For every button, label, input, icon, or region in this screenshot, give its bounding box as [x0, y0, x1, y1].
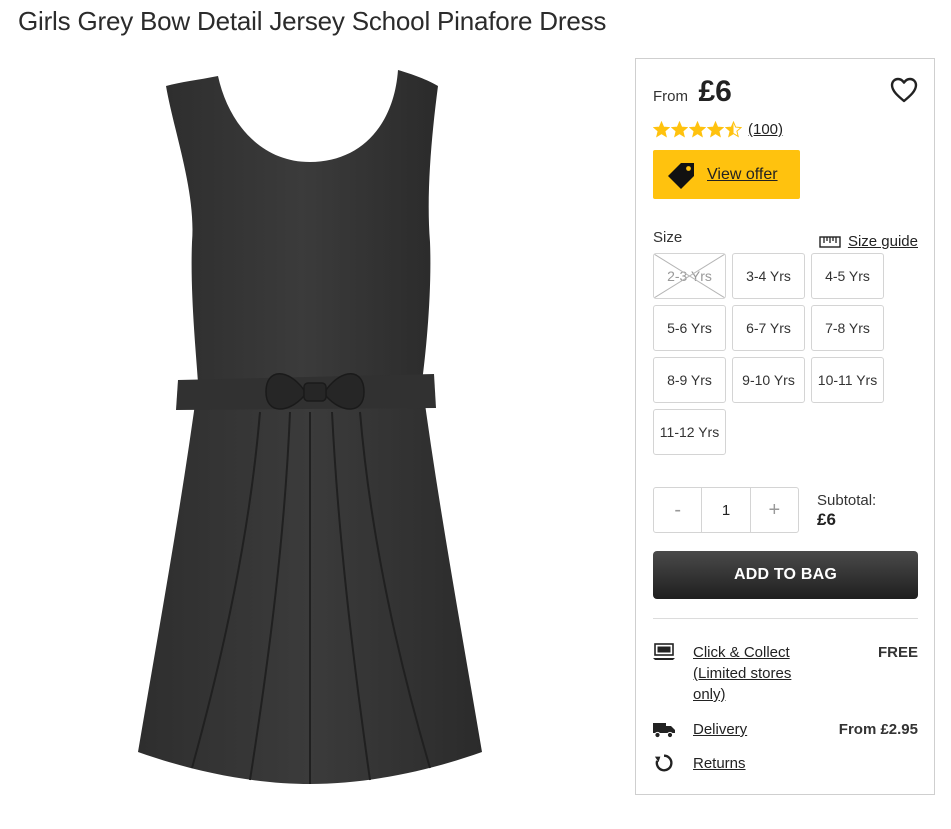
delivery-option-click-collect: Click & Collect (Limited stores only) FR… — [653, 642, 918, 706]
product-title: Girls Grey Bow Detail Jersey School Pina… — [18, 6, 607, 36]
star-icon — [689, 121, 706, 138]
view-offer-label: View offer — [707, 165, 778, 183]
size-option-label: 11-12 Yrs — [659, 424, 720, 440]
quantity-increase-button[interactable]: + — [751, 488, 798, 532]
size-option-label: 8-9 Yrs — [667, 372, 712, 388]
size-option[interactable]: 10-11 Yrs — [811, 357, 884, 403]
quantity-value[interactable]: 1 — [701, 488, 751, 532]
divider — [653, 618, 918, 619]
add-to-bag-button[interactable]: ADD TO BAG — [653, 551, 918, 599]
size-option-label: 10-11 Yrs — [817, 372, 878, 388]
quantity-stepper: - 1 + — [653, 487, 799, 533]
returns-icon — [654, 754, 673, 772]
star-icon — [707, 121, 724, 138]
star-icon — [653, 121, 670, 138]
size-option-label: 7-8 Yrs — [825, 320, 870, 336]
product-image — [120, 62, 500, 792]
size-option[interactable]: 4-5 Yrs — [811, 253, 884, 299]
click-collect-price: FREE — [877, 644, 918, 661]
size-guide-link[interactable]: Size guide — [819, 233, 918, 250]
size-option-label: 6-7 Yrs — [746, 320, 791, 336]
delivery-option-returns: Returns — [653, 753, 918, 775]
buy-panel: From £6 (100) View offer Size Size guide… — [635, 58, 935, 795]
size-option[interactable]: 5-6 Yrs — [653, 305, 726, 351]
delivery-truck-icon — [653, 723, 675, 739]
returns-link[interactable]: Returns — [693, 753, 746, 774]
quantity-decrease-button[interactable]: - — [654, 488, 701, 532]
unavailable-cross-icon — [654, 254, 725, 298]
click-collect-link[interactable]: Click & Collect (Limited stores only) — [693, 642, 813, 705]
size-option[interactable]: 6-7 Yrs — [732, 305, 805, 351]
size-option-label: 5-6 Yrs — [667, 320, 712, 336]
size-option-label: 4-5 Yrs — [825, 268, 870, 284]
delivery-price: From £2.95 — [838, 721, 918, 738]
rating: (100) — [653, 121, 783, 138]
size-option[interactable]: 2-3 Yrs — [653, 253, 726, 299]
delivery-link[interactable]: Delivery — [693, 719, 747, 740]
size-option[interactable]: 11-12 Yrs — [653, 409, 726, 455]
star-rating — [653, 121, 742, 138]
size-option[interactable]: 8-9 Yrs — [653, 357, 726, 403]
subtotal-value: £6 — [817, 510, 836, 529]
wishlist-heart-icon[interactable] — [890, 77, 918, 103]
subtotal: Subtotal: £6 — [817, 491, 876, 529]
delivery-option-delivery: Delivery From £2.95 — [653, 719, 918, 741]
ruler-icon — [819, 235, 841, 248]
size-option-label: 3-4 Yrs — [746, 268, 791, 284]
subtotal-label: Subtotal: — [817, 492, 877, 509]
size-option[interactable]: 9-10 Yrs — [732, 357, 805, 403]
size-option[interactable]: 3-4 Yrs — [732, 253, 805, 299]
view-offer-button[interactable]: View offer — [653, 150, 800, 199]
size-option-label: 9-10 Yrs — [742, 372, 795, 388]
click-collect-icon — [653, 643, 675, 660]
star-icon — [725, 121, 742, 138]
price-tag-icon — [668, 162, 694, 189]
star-icon — [671, 121, 688, 138]
review-count-link[interactable]: (100) — [748, 121, 783, 138]
size-option[interactable]: 7-8 Yrs — [811, 305, 884, 351]
size-label: Size — [653, 229, 683, 246]
size-guide-label: Size guide — [847, 233, 918, 250]
price-row: From £6 — [653, 75, 732, 109]
price-prefix: From — [653, 88, 688, 105]
price-value: £6 — [698, 75, 732, 108]
